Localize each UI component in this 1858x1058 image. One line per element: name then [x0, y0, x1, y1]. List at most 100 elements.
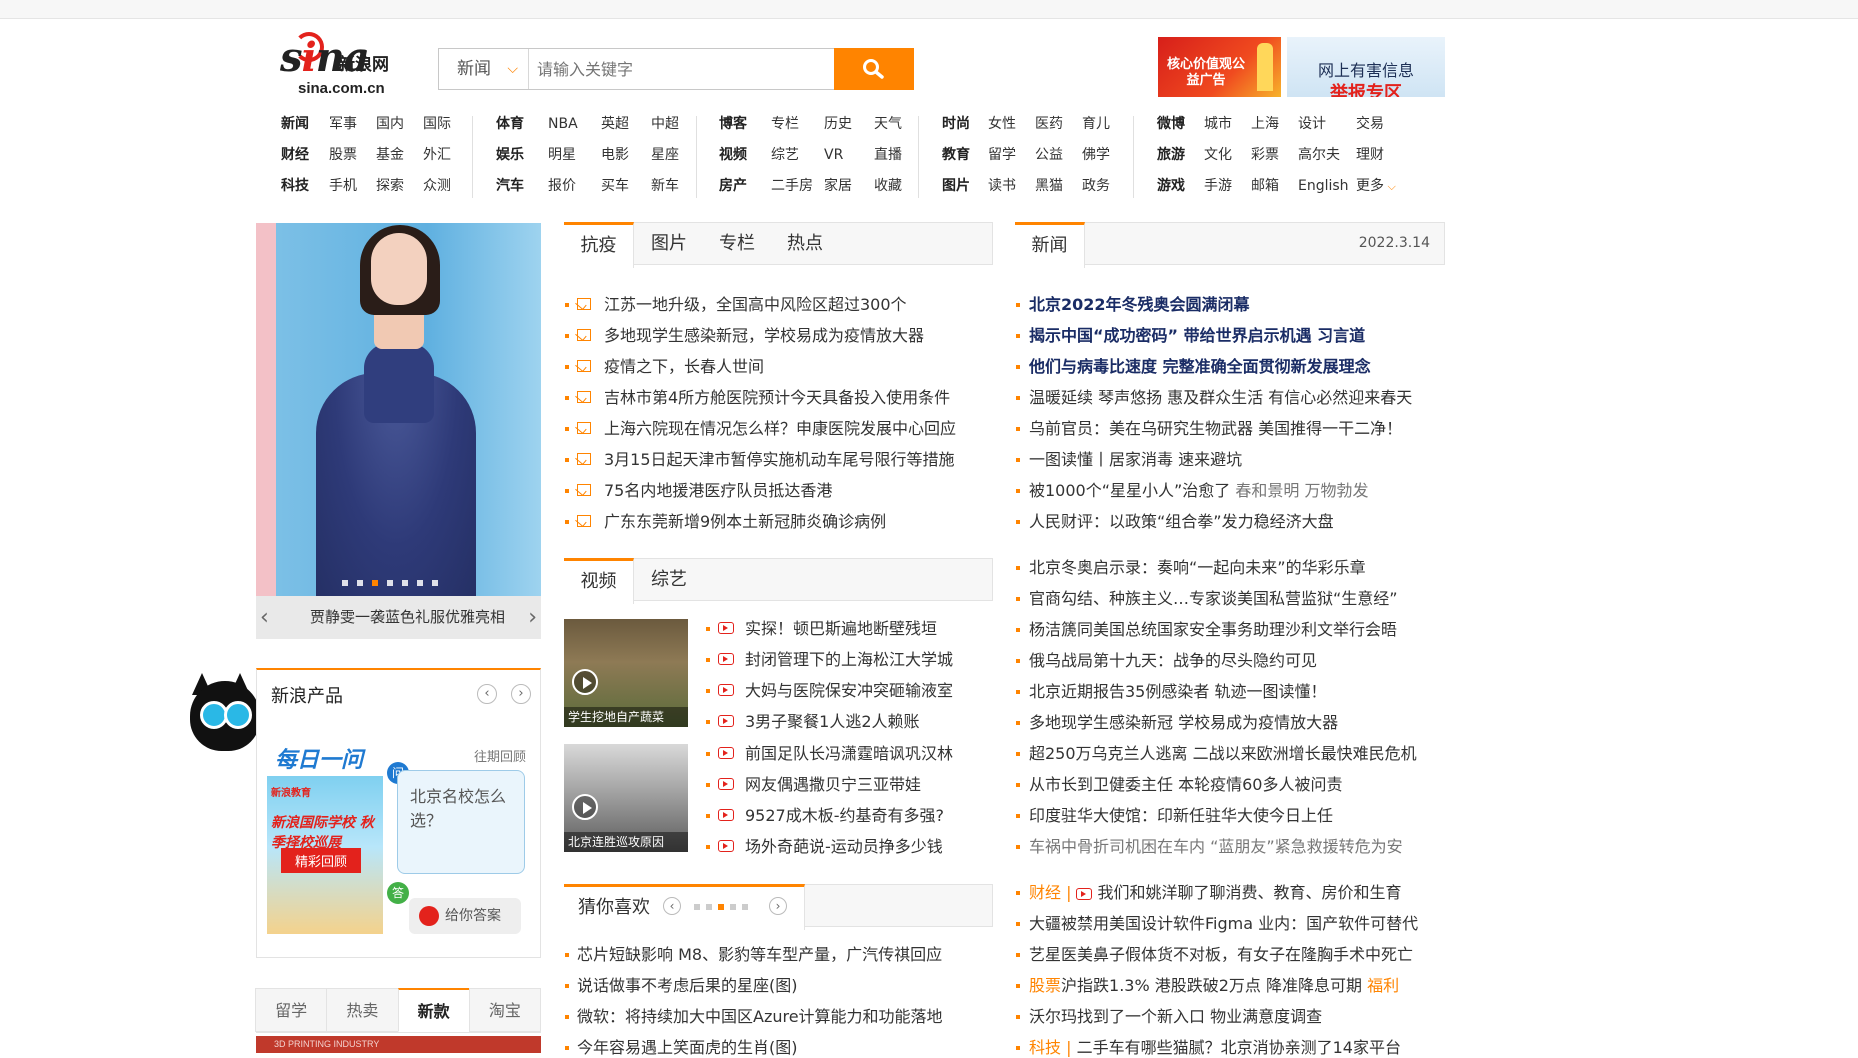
nav-link[interactable]: 英超 [601, 112, 651, 143]
list-item[interactable]: 乌前官员：美在乌研究生物武器 美国推得一干二净！ [1016, 419, 1402, 439]
nav-link[interactable]: 国际 [423, 112, 463, 143]
list-item[interactable]: 3月15日起天津市暂停实施机动车尾号限行等措施 [565, 450, 955, 470]
nav-link[interactable]: 众测 [423, 174, 463, 205]
list-item[interactable]: 前国足队长冯潇霆暗讽巩汉林 [706, 744, 953, 764]
chevron-right-icon[interactable]: › [769, 897, 787, 915]
slider-dot[interactable] [387, 580, 393, 586]
tab-columns[interactable]: 专栏 [703, 223, 771, 265]
nav-link[interactable]: 留学 [988, 143, 1035, 174]
nav-link[interactable]: 历史 [824, 112, 874, 143]
nav-link[interactable]: 城市 [1204, 112, 1251, 143]
list-item[interactable]: 大妈与医院保安冲突砸输液室 [706, 681, 953, 701]
nav-link[interactable]: 黑猫 [1035, 174, 1082, 205]
question-bubble[interactable]: 北京名校怎么选？ [397, 770, 525, 874]
headline-item[interactable]: 揭示中国“成功密码” 带给世界启示机遇 习言道 [1016, 326, 1365, 346]
page-dot[interactable] [742, 904, 748, 910]
headline-item[interactable]: 他们与病毒比速度 完整准确全面贯彻新发展理念 [1016, 357, 1371, 377]
slider-dot[interactable] [417, 580, 423, 586]
shopping-banner[interactable]: 3D PRINTING INDUSTRY [256, 1036, 541, 1053]
nav-link[interactable]: 收藏 [874, 174, 914, 205]
tab-taobao[interactable]: 淘宝 [468, 988, 541, 1032]
list-item[interactable]: 一图读懂丨居家消毒 速来避坑 [1016, 450, 1242, 470]
slider-caption[interactable]: 贾静雯一袭蓝色礼服优雅亮相 [310, 596, 522, 639]
search-input[interactable] [535, 50, 839, 88]
photo-slider[interactable]: ‹ 贾静雯一袭蓝色礼服优雅亮相 › [256, 223, 541, 639]
nav-link[interactable]: 文化 [1204, 143, 1251, 174]
list-item[interactable]: 广东东莞新增9例本土新冠肺炎确诊病例 [565, 512, 886, 532]
list-item[interactable]: 多地现学生感染新冠 学校易成为疫情放大器 [1016, 713, 1338, 733]
education-promo-image[interactable]: 新浪教育 新浪国际学校 秋季择校巡展 精彩回顾 [267, 776, 383, 934]
nav-link[interactable]: English [1298, 174, 1349, 205]
list-item[interactable]: 俄乌战局第十九天：战争的尽头隐约可见 [1016, 651, 1317, 671]
nav-link[interactable]: 电影 [601, 143, 651, 174]
answer-button[interactable]: 给你答案 [409, 898, 521, 934]
list-item[interactable]: 北京近期报告35例感染者 轨迹一图读懂！ [1016, 682, 1326, 702]
list-item[interactable]: 疫情之下，长春人世间 [565, 357, 764, 377]
nav-link[interactable]: 专栏 [771, 112, 824, 143]
tab-study-abroad[interactable]: 留学 [255, 988, 328, 1032]
chevron-right-icon[interactable]: › [511, 684, 531, 704]
nav-link[interactable]: 娱乐 [496, 143, 548, 174]
tab-pictures[interactable]: 图片 [635, 223, 703, 265]
list-item[interactable]: 财经 | 我们和姚洋聊了聊消费、教育、房价和生育 [1016, 883, 1402, 903]
nav-link[interactable]: 家居 [824, 174, 874, 205]
nav-link[interactable]: 星座 [651, 143, 691, 174]
nav-link[interactable]: 手机 [329, 174, 376, 205]
values-banner[interactable]: 核心价值观公益广告 [1158, 37, 1281, 97]
list-item[interactable]: 大疆被禁用美国设计软件Figma 业内：国产软件可替代 [1016, 914, 1418, 934]
list-item[interactable]: 被1000个“星星小人”治愈了 春和景明 万物勃发 [1016, 481, 1369, 501]
nav-link[interactable]: 政务 [1082, 174, 1122, 205]
nav-link[interactable]: 新闻 [281, 112, 329, 143]
report-banner[interactable]: 网上有害信息 举报专区 [1287, 37, 1445, 97]
list-item[interactable]: 股票沪指跌1.3% 港股跌破2万点 降准降息可期 福利 [1016, 976, 1399, 996]
nav-link[interactable]: 天气 [874, 112, 914, 143]
nav-link[interactable]: VR [824, 143, 874, 174]
nav-link[interactable]: 视频 [719, 143, 771, 174]
nav-link[interactable]: 高尔夫 [1298, 143, 1346, 174]
list-item[interactable]: 沃尔玛找到了一个新入口 物业满意度调查 [1016, 1007, 1322, 1027]
slider-dot[interactable] [432, 580, 438, 586]
nav-link[interactable]: 读书 [988, 174, 1035, 205]
tab-anti-epidemic[interactable]: 抗疫 [564, 222, 634, 268]
nav-link[interactable]: 军事 [329, 112, 376, 143]
list-item[interactable]: 人民财评：以政策“组合拳”发力稳经济大盘 [1016, 512, 1334, 532]
page-dot-active[interactable] [718, 904, 724, 910]
nav-link[interactable]: 上海 [1251, 112, 1298, 143]
nav-link[interactable]: 交易 [1356, 112, 1396, 143]
tab-new-arrivals[interactable]: 新款 [397, 988, 470, 1032]
list-item[interactable]: 说话做事不考虑后果的星座(图) [565, 976, 798, 996]
list-item[interactable]: 车祸中骨折司机困在车内 “蓝朋友”紧急救援转危为安 [1016, 837, 1403, 857]
nav-link[interactable]: 基金 [376, 143, 423, 174]
slider-dot[interactable] [402, 580, 408, 586]
nav-link[interactable]: 财经 [281, 143, 329, 174]
nav-link[interactable]: 图片 [942, 174, 988, 205]
nav-link[interactable]: 游戏 [1157, 174, 1204, 205]
nav-link[interactable]: 公益 [1035, 143, 1082, 174]
nav-link[interactable]: 科技 [281, 174, 329, 205]
tab-news[interactable]: 新闻 [1015, 222, 1085, 268]
list-item[interactable]: 官商勾结、种族主义…专家谈美国私营监狱“生意经” [1016, 589, 1398, 609]
nav-link[interactable]: 理财 [1356, 143, 1396, 174]
nav-link[interactable]: 设计 [1298, 112, 1346, 143]
nav-link[interactable]: 股票 [329, 143, 376, 174]
nav-link[interactable]: 汽车 [496, 174, 548, 205]
more-menu[interactable]: 更多 ⌵ [1356, 174, 1404, 205]
nav-link[interactable]: 彩票 [1251, 143, 1298, 174]
nav-link[interactable]: 佛学 [1082, 143, 1122, 174]
slider-dot[interactable] [357, 580, 363, 586]
nav-link[interactable]: 时尚 [942, 112, 988, 143]
list-item[interactable]: 实探！顿巴斯遍地断壁残垣 [706, 619, 937, 639]
chevron-left-icon[interactable]: ‹ [477, 684, 497, 704]
list-item[interactable]: 微软：将持续加大中国区Azure计算能力和功能落地 [565, 1007, 943, 1027]
past-review-link[interactable]: 往期回顾 [474, 746, 526, 765]
page-dot[interactable] [694, 904, 700, 910]
video-thumbnail[interactable]: 学生挖地自产蔬菜 [564, 619, 688, 727]
nav-link[interactable]: 邮箱 [1251, 174, 1298, 205]
nav-link[interactable]: 教育 [942, 143, 988, 174]
sina-logo[interactable]: sina 新浪网 sina.com.cn [280, 32, 415, 97]
nav-link[interactable]: 新车 [651, 174, 691, 205]
list-item[interactable]: 吉林市第4所方舱医院预计今天具备投入使用条件 [565, 388, 950, 408]
tab-video[interactable]: 视频 [564, 558, 634, 604]
search-category-select[interactable]: 新闻 ⌵ [439, 49, 529, 89]
search-button[interactable] [834, 48, 914, 90]
